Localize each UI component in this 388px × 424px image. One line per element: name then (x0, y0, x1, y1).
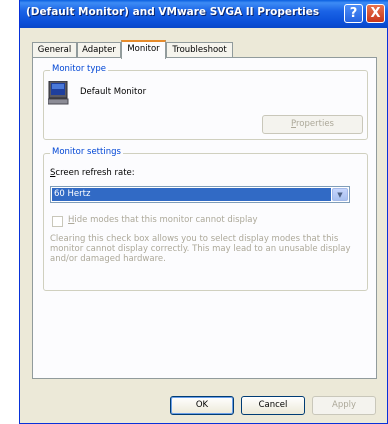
properties-button[interactable]: Properties (262, 115, 363, 134)
chevron-down-icon[interactable]: ▼ (332, 188, 348, 201)
window-title: (Default Monitor) and VMware SVGA II Pro… (26, 6, 320, 18)
monitor-type-group: Monitor type Default Monitor Properties (43, 64, 368, 140)
close-button[interactable]: X (366, 4, 385, 23)
hide-modes-checkbox[interactable] (52, 216, 63, 227)
refresh-rate-label: Screen refresh rate: (50, 168, 135, 178)
monitor-settings-group-label: Monitor settings (50, 147, 123, 157)
tab-troubleshoot[interactable]: Troubleshoot (166, 42, 233, 58)
help-button[interactable]: ? (344, 4, 363, 23)
hide-modes-description: Clearing this check box allows you to se… (50, 234, 351, 264)
cancel-button[interactable]: Cancel (241, 396, 305, 415)
monitor-tab-panel: Monitor type Default Monitor Properties … (32, 57, 377, 379)
monitor-settings-group: Monitor settings Screen refresh rate: 60… (43, 147, 368, 291)
tab-adapter[interactable]: Adapter (77, 42, 121, 58)
properties-dialog: (Default Monitor) and VMware SVGA II Pro… (19, 0, 388, 424)
monitor-name: Default Monitor (80, 87, 147, 97)
tab-monitor[interactable]: Monitor (121, 40, 166, 59)
title-bar[interactable]: (Default Monitor) and VMware SVGA II Pro… (20, 0, 388, 28)
monitor-type-group-label: Monitor type (50, 64, 109, 74)
refresh-rate-select[interactable]: 60 Hertz ▼ (50, 186, 350, 203)
refresh-rate-value: 60 Hertz (52, 188, 331, 201)
ok-button[interactable]: OK (170, 396, 234, 415)
hide-modes-label: Hide modes that this monitor cannot disp… (68, 215, 258, 225)
apply-button[interactable]: Apply (312, 396, 376, 415)
tab-general[interactable]: General (32, 42, 77, 58)
monitor-icon (48, 81, 69, 105)
